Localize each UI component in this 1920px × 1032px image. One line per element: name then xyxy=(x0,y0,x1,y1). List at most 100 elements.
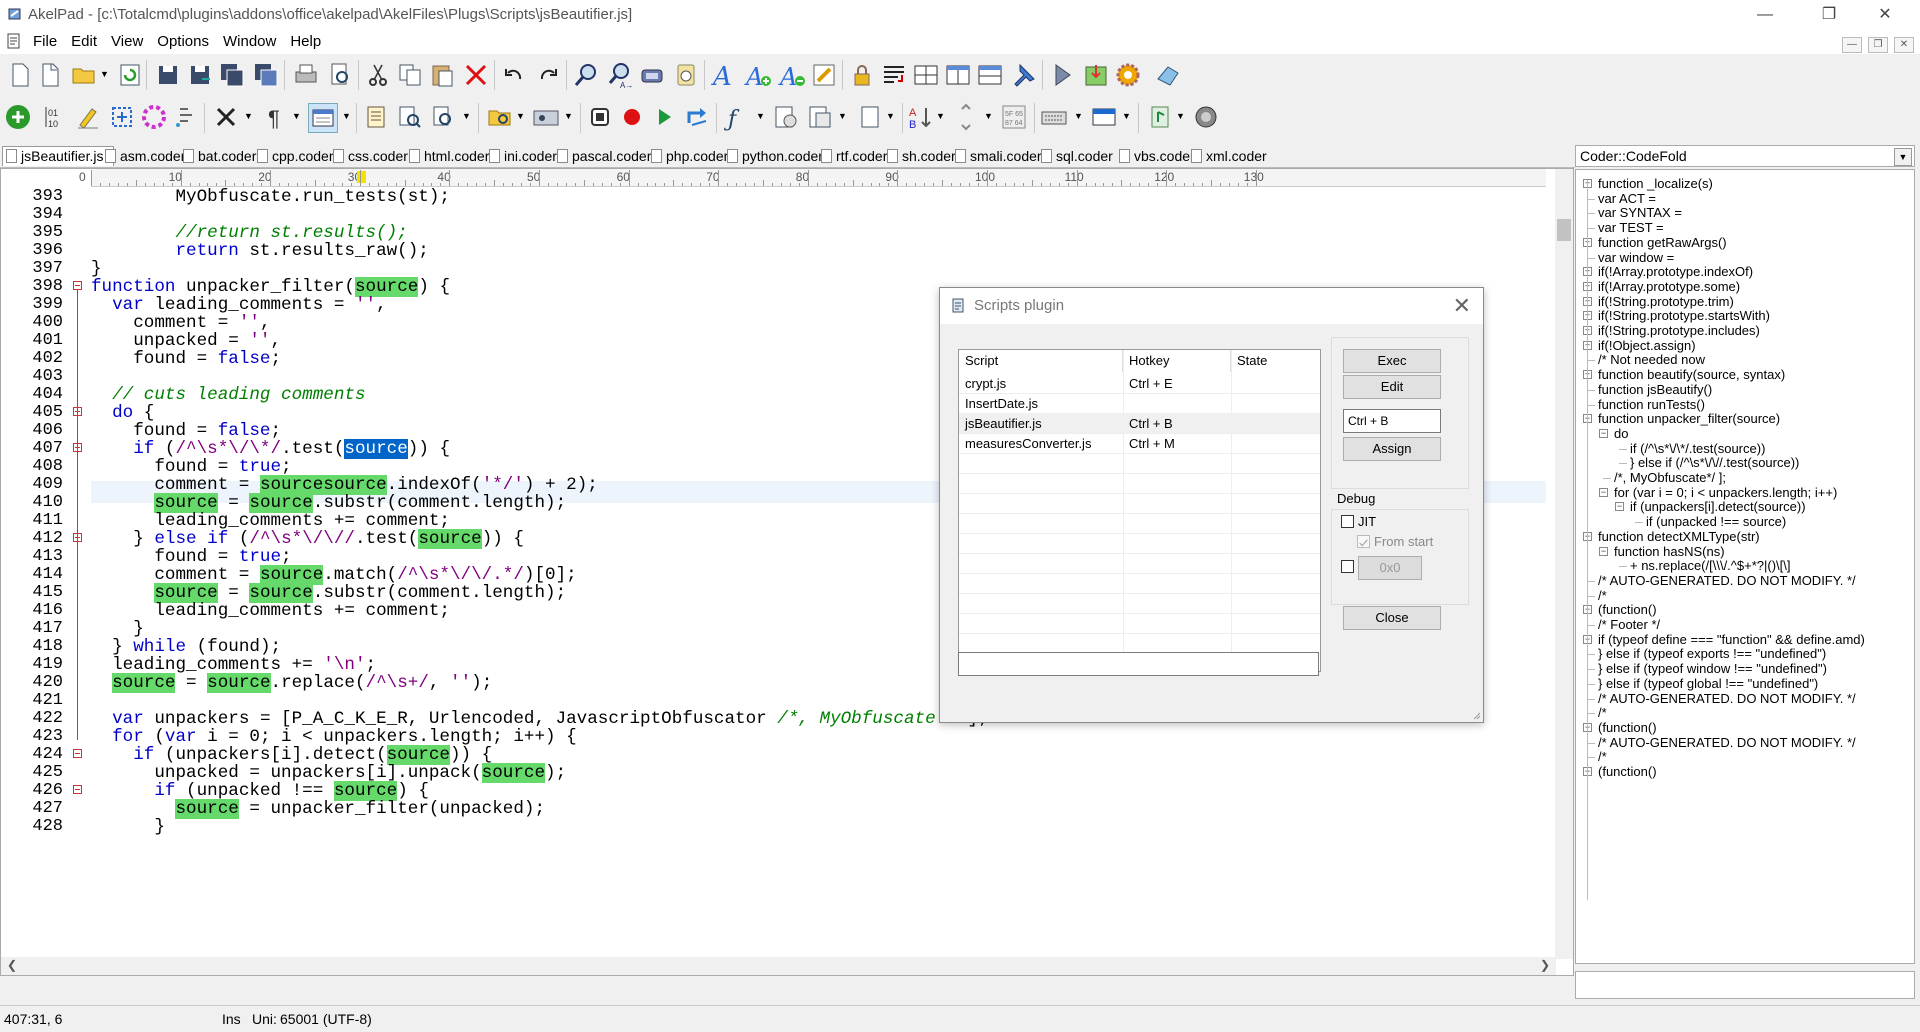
print-icon[interactable] xyxy=(292,61,320,89)
tab-css-coder[interactable]: css.coder xyxy=(330,147,408,166)
tab-sh-coder[interactable]: sh.coder xyxy=(884,147,956,166)
eraser-icon[interactable] xyxy=(1154,61,1182,89)
layout-dropdown-icon[interactable]: ▼ xyxy=(342,111,351,121)
document-system-icon[interactable] xyxy=(6,33,22,49)
window-dropdown-icon[interactable]: ▼ xyxy=(564,111,573,121)
close-document-icon[interactable] xyxy=(212,103,240,131)
jit-checkbox[interactable] xyxy=(1341,515,1354,528)
tree-expander-icon[interactable]: − xyxy=(1599,428,1608,438)
open-dropdown-icon[interactable]: ▼ xyxy=(100,69,109,79)
search-dropdown-icon[interactable]: ▼ xyxy=(462,111,471,121)
font-increase-icon[interactable]: A xyxy=(744,61,772,89)
hex-value-button[interactable]: 0x0 xyxy=(1358,556,1422,580)
tab-vbs-coder[interactable]: vbs.coder xyxy=(1116,147,1195,166)
cut-icon[interactable] xyxy=(364,61,392,89)
codefold-item[interactable]: /* xyxy=(1598,705,1607,720)
save-copy-icon[interactable] xyxy=(252,61,280,89)
scroll-right-icon[interactable]: ❯ xyxy=(1540,958,1550,972)
mdi-restore-button[interactable]: ❐ xyxy=(1868,37,1888,53)
script-row[interactable] xyxy=(959,453,1320,474)
codefold-item[interactable]: if(!Array.prototype.some) xyxy=(1598,279,1740,294)
script-row[interactable] xyxy=(959,513,1320,534)
script-row[interactable]: jsBeautifier.js Ctrl + B xyxy=(959,413,1320,434)
codefold-item[interactable]: + ns.replace(/[\\\/.^$+*?|()\[\] xyxy=(1630,558,1791,573)
pin-icon[interactable] xyxy=(1010,61,1038,89)
codefold-item[interactable]: function detectXMLType(str) xyxy=(1598,529,1760,544)
copy-icon[interactable] xyxy=(396,61,424,89)
tab-asm-coder[interactable]: asm.coder xyxy=(102,147,185,166)
word-wrap-icon[interactable] xyxy=(880,61,908,89)
color-theme-icon[interactable] xyxy=(810,61,838,89)
fold-toggle-icon[interactable] xyxy=(73,749,82,758)
mdi-minimize-button[interactable]: — xyxy=(1842,37,1862,53)
tab-pascal-coder[interactable]: pascal.coder xyxy=(554,147,651,166)
plugin-install-icon[interactable] xyxy=(1082,61,1110,89)
read-only-lock-icon[interactable] xyxy=(848,61,876,89)
save-all-icon[interactable] xyxy=(218,61,246,89)
tab-ini-coder[interactable]: ini.coder xyxy=(486,147,557,166)
codefold-item[interactable]: function jsBeautify() xyxy=(1598,382,1712,397)
script-icon[interactable]: ƒ xyxy=(724,103,752,131)
script-args-input[interactable] xyxy=(958,652,1319,676)
codefold-item[interactable]: if (unpackers[i].detect(source)) xyxy=(1630,499,1806,514)
from-start-checkbox[interactable] xyxy=(1357,535,1370,548)
speech-icon[interactable] xyxy=(1146,103,1174,131)
replace-icon[interactable]: A→B xyxy=(606,61,634,89)
split-horizontal-icon[interactable] xyxy=(976,61,1004,89)
edit-button[interactable]: Edit xyxy=(1343,375,1441,399)
reopen-icon[interactable] xyxy=(116,61,144,89)
page-dropdown-icon[interactable]: ▼ xyxy=(886,111,895,121)
font-icon[interactable]: A xyxy=(710,61,738,89)
find-icon[interactable] xyxy=(572,61,600,89)
play-macro-icon[interactable] xyxy=(650,103,678,131)
split-vertical-icon[interactable] xyxy=(944,61,972,89)
close-window-button[interactable]: ✕ xyxy=(1862,0,1908,30)
new-file-icon[interactable] xyxy=(6,61,34,89)
exec-button[interactable]: Exec xyxy=(1343,349,1441,373)
codefold-item[interactable]: /* AUTO-GENERATED. DO NOT MODIFY. */ xyxy=(1598,691,1856,706)
hex-view-icon[interactable]: 5F 65 87 64 xyxy=(1000,103,1028,131)
find-in-files-icon[interactable] xyxy=(396,103,424,131)
codefold-item[interactable]: var ACT = xyxy=(1598,191,1656,206)
tree-expander-icon[interactable]: − xyxy=(1615,502,1624,512)
templates-icon[interactable] xyxy=(806,103,834,131)
dialog-close-icon[interactable]: ✕ xyxy=(1453,293,1471,319)
redo-icon[interactable] xyxy=(534,61,562,89)
script-row[interactable] xyxy=(959,493,1320,514)
codefold-item[interactable]: if (unpacked !== source) xyxy=(1646,514,1786,529)
menu-window[interactable]: Window xyxy=(216,30,283,53)
tab-sql-coder[interactable]: sql.coder xyxy=(1038,147,1113,166)
codefold-item[interactable]: if (/^\s*\/\*/.test(source)) xyxy=(1630,441,1765,456)
codefold-selector[interactable]: Coder::CodeFold ▼ xyxy=(1575,145,1915,167)
codefold-item[interactable]: /* Not needed now xyxy=(1598,352,1705,367)
color-wheel-icon[interactable] xyxy=(140,103,168,131)
font-decrease-icon[interactable]: A xyxy=(778,61,806,89)
paste-icon[interactable] xyxy=(428,61,456,89)
column-header-script[interactable]: Script xyxy=(959,350,1123,372)
keyboard-dropdown-icon[interactable]: ▼ xyxy=(1074,111,1083,121)
insert-mode[interactable]: Ins xyxy=(222,1011,241,1027)
codefold-item[interactable]: (function() xyxy=(1598,602,1657,617)
menu-view[interactable]: View xyxy=(104,30,150,53)
tab-cpp-coder[interactable]: cpp.coder xyxy=(254,147,333,166)
tab-bat-coder[interactable]: bat.coder xyxy=(180,147,256,166)
script-row[interactable] xyxy=(959,613,1320,634)
codefold-item[interactable]: } else if (typeof exports !== "undefined… xyxy=(1598,646,1826,661)
tree-expander-icon[interactable]: − xyxy=(1599,487,1608,497)
codefold-item[interactable]: if (typeof define === "function" && defi… xyxy=(1598,632,1865,647)
codefold-item[interactable]: do xyxy=(1614,426,1628,441)
tab-rtf-coder[interactable]: rtf.coder xyxy=(818,147,887,166)
column-header-hotkey[interactable]: Hotkey xyxy=(1123,350,1231,372)
binary-icon[interactable]: 0110 xyxy=(42,103,70,131)
stop-recording-icon[interactable] xyxy=(586,103,614,131)
horizontal-scrollbar[interactable]: ❮ ❯ xyxy=(1,957,1556,975)
script-editor-icon[interactable] xyxy=(772,103,800,131)
codefold-item[interactable]: /* Footer */ xyxy=(1598,617,1660,632)
close-dropdown-icon[interactable]: ▼ xyxy=(244,111,253,121)
run-play-icon[interactable] xyxy=(1048,61,1076,89)
script-row[interactable]: crypt.js Ctrl + E xyxy=(959,373,1320,394)
open-file-icon[interactable] xyxy=(70,61,98,89)
align-icon[interactable] xyxy=(172,103,200,131)
maximize-button[interactable]: ❐ xyxy=(1806,0,1852,30)
window-mode-icon[interactable] xyxy=(1090,103,1118,131)
